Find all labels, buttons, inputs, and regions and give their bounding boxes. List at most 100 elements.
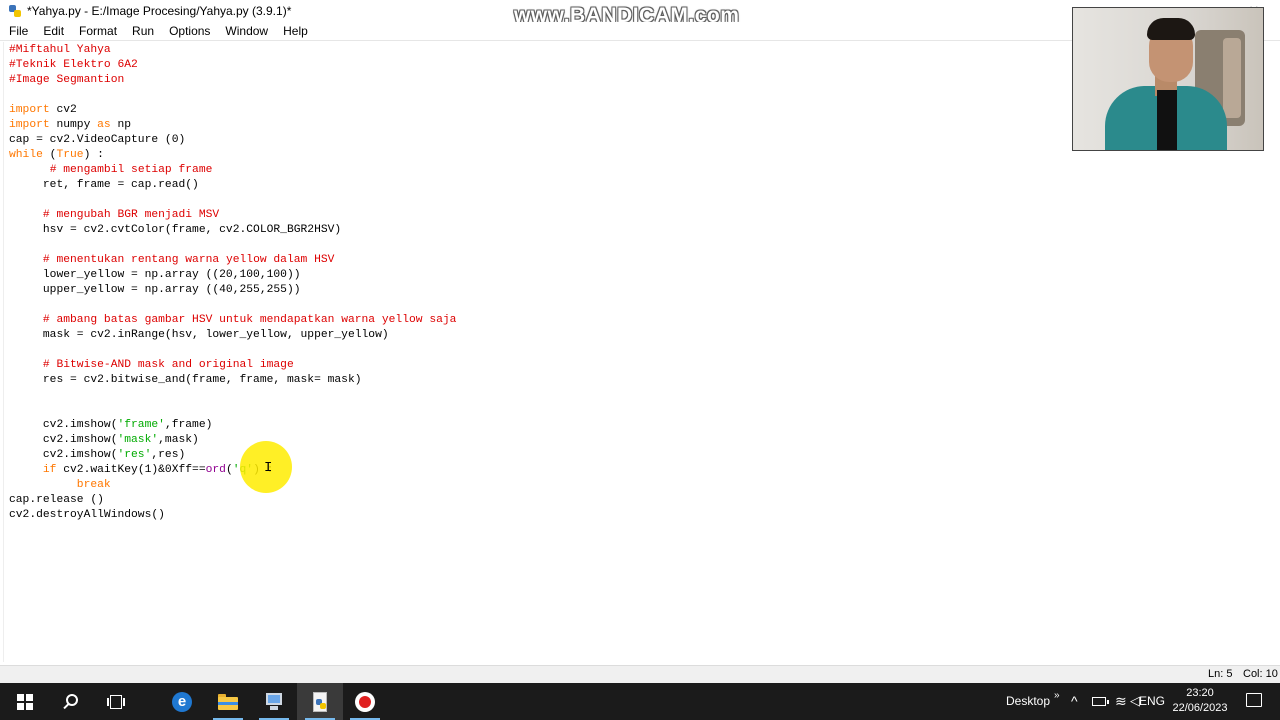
python-idle-icon — [8, 4, 22, 18]
python-file-icon — [311, 691, 329, 712]
search-icon — [63, 693, 79, 710]
code-line[interactable]: cv2.imshow('mask',mask) — [9, 433, 456, 448]
code-token: ) : — [83, 149, 104, 161]
code-line[interactable]: # menentukan rentang warna yellow dalam … — [9, 253, 456, 268]
code-token: 'res' — [117, 449, 152, 461]
bandicam-button[interactable] — [342, 683, 388, 720]
code-token: ret, frame = cap.read() — [9, 179, 199, 191]
desktop-toolbar-label[interactable]: Desktop — [1006, 683, 1050, 720]
clock-date: 22/06/2023 — [1172, 702, 1228, 714]
code-token: ,res) — [151, 449, 186, 461]
code-token: hsv = cv2.cvtColor(frame, cv2.COLOR_BGR2… — [9, 224, 342, 236]
language-indicator[interactable]: ENG — [1139, 683, 1165, 720]
code-line[interactable]: mask = cv2.inRange(hsv, lower_yellow, up… — [9, 328, 456, 343]
battery-icon[interactable] — [1092, 697, 1109, 706]
webcam-overlay — [1072, 7, 1264, 151]
code-token: np — [110, 119, 132, 131]
menu-run[interactable]: Run — [123, 24, 160, 38]
code-line[interactable]: # Bitwise-AND mask and original image — [9, 358, 456, 373]
code-token: 'mask' — [117, 434, 159, 446]
windows-logo-icon — [17, 693, 33, 710]
python-idle-button[interactable] — [297, 683, 343, 720]
code-token: # menentukan rentang warna yellow dalam … — [42, 254, 335, 266]
code-token: ord — [205, 464, 226, 476]
code-line[interactable]: cv2.imshow('res',res) — [9, 448, 456, 463]
code-line[interactable]: break — [9, 478, 456, 493]
wifi-icon[interactable]: ≋ — [1115, 693, 1127, 710]
code-line[interactable] — [9, 343, 456, 358]
code-token: res = cv2.bitwise_and(frame, frame, mask… — [9, 374, 362, 386]
code-line[interactable]: cv2.imshow('frame',frame) — [9, 418, 456, 433]
code-line[interactable]: #Teknik Elektro 6A2 — [9, 58, 456, 73]
code-line[interactable]: cap = cv2.VideoCapture (0) — [9, 133, 456, 148]
code-line[interactable]: #Miftahul Yahya — [9, 43, 456, 58]
code-token: cv2.imshow( — [9, 419, 118, 431]
code-token: ( — [225, 464, 233, 476]
task-view-icon — [107, 694, 125, 709]
toolbar-overflow-icon[interactable]: » — [1054, 690, 1060, 701]
taskbar: e Desktop » ^ ≋ ◁ ENG 23:20 22/06/2023 — [0, 683, 1280, 720]
code-token: # mengubah BGR menjadi MSV — [42, 209, 220, 221]
code-token: cap.release () — [9, 494, 104, 506]
code-token: True — [56, 149, 84, 161]
menu-options[interactable]: Options — [160, 24, 216, 38]
task-view-button[interactable] — [93, 683, 139, 720]
edge-icon: e — [172, 691, 192, 712]
code-token: cv2.imshow( — [9, 449, 118, 461]
file-explorer-button[interactable] — [205, 683, 251, 720]
search-button[interactable] — [48, 683, 94, 720]
code-line[interactable] — [9, 238, 456, 253]
edge-button[interactable]: e — [159, 683, 205, 720]
code-token: break — [76, 479, 111, 491]
code-line[interactable]: ret, frame = cap.read() — [9, 178, 456, 193]
code-token: while — [9, 149, 43, 161]
code-line[interactable]: res = cv2.bitwise_and(frame, frame, mask… — [9, 373, 456, 388]
code-line[interactable]: # ambang batas gambar HSV untuk mendapat… — [9, 313, 457, 328]
code-line[interactable]: upper_yellow = np.array ((40,255,255)) — [9, 283, 456, 298]
code-line[interactable]: #Image Segmantion — [9, 73, 456, 88]
code-line[interactable]: if cv2.waitKey(1)&0Xff==ord('q') : — [9, 463, 456, 478]
code-line[interactable]: cap.release () — [9, 493, 456, 508]
menu-help[interactable]: Help — [274, 24, 314, 38]
code-text[interactable]: #Miftahul Yahya #Teknik Elektro 6A2 #Image… — [9, 43, 456, 523]
code-line[interactable]: import numpy as np — [9, 118, 456, 133]
code-line[interactable]: hsv = cv2.cvtColor(frame, cv2.COLOR_BGR2… — [9, 223, 456, 238]
menu-file[interactable]: File — [0, 24, 34, 38]
code-token: ,frame) — [164, 419, 213, 431]
monitor-icon — [264, 692, 284, 711]
code-token: import — [9, 119, 50, 131]
code-token: cv2.waitKey(1)&0Xff== — [56, 464, 206, 476]
code-line[interactable]: # mengubah BGR menjadi MSV — [9, 208, 456, 223]
status-line: Ln: 5 — [1208, 668, 1233, 680]
code-line[interactable] — [9, 88, 456, 103]
notifications-icon[interactable] — [1246, 693, 1262, 707]
clock-time: 23:20 — [1186, 687, 1214, 699]
code-token: ( — [42, 149, 57, 161]
code-line[interactable]: cv2.destroyAllWindows() — [9, 508, 456, 523]
code-line[interactable] — [9, 403, 456, 418]
show-hidden-icons-icon[interactable]: ^ — [1071, 693, 1078, 709]
code-line[interactable]: lower_yellow = np.array ((20,100,100)) — [9, 268, 456, 283]
code-token: # ambang batas gambar HSV untuk mendapat… — [42, 314, 457, 326]
code-line[interactable]: while (True) : — [9, 148, 456, 163]
code-line[interactable] — [9, 298, 456, 313]
menu-window[interactable]: Window — [216, 24, 274, 38]
remote-desktop-button[interactable] — [251, 683, 297, 720]
record-icon — [355, 691, 375, 712]
code-token: upper_yellow = np.array ((40,255,255)) — [9, 284, 301, 296]
code-token: cv2.imshow( — [9, 434, 118, 446]
menu-edit[interactable]: Edit — [34, 24, 70, 38]
start-button[interactable] — [2, 683, 48, 720]
code-token: cap = cv2.VideoCapture (0) — [9, 134, 186, 146]
menu-format[interactable]: Format — [70, 24, 123, 38]
code-line[interactable] — [9, 388, 456, 403]
code-line[interactable] — [9, 193, 456, 208]
code-line[interactable]: import cv2 — [9, 103, 456, 118]
code-line[interactable]: # mengambil setiap frame — [9, 163, 456, 178]
clock[interactable]: 23:20 22/06/2023 — [1168, 686, 1232, 716]
code-token: as — [97, 119, 111, 131]
